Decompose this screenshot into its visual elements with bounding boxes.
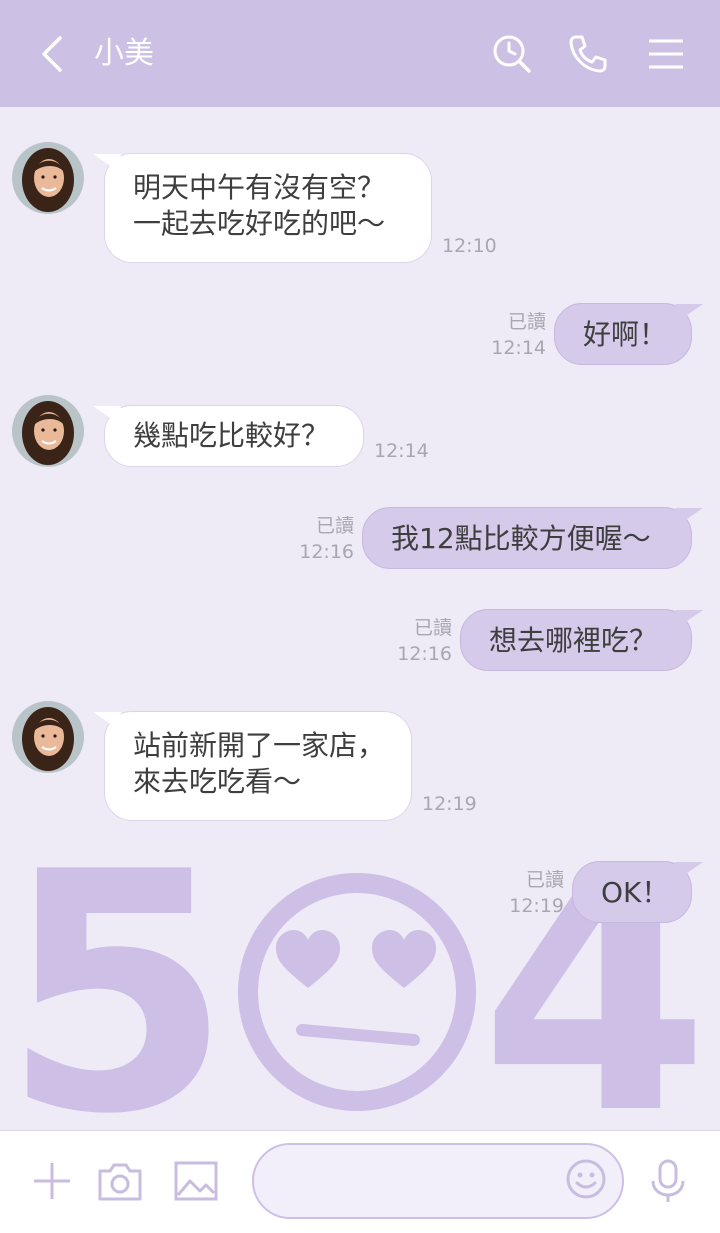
outgoing-message-bubble[interactable]: 我12點比較方便喔～ bbox=[362, 507, 703, 569]
phone-icon bbox=[569, 35, 607, 73]
heart-eyes-face-icon bbox=[238, 873, 476, 1111]
message-timestamp: 12:16 bbox=[299, 541, 354, 563]
contact-avatar[interactable] bbox=[12, 701, 84, 773]
back-icon bbox=[42, 36, 62, 72]
message-timestamp: 12:16 bbox=[397, 643, 452, 665]
camera-button[interactable] bbox=[96, 1157, 144, 1205]
message-meta: 已讀 12:14 bbox=[486, 309, 546, 361]
message-text-line: 站前新開了一家店， bbox=[133, 729, 386, 762]
emoji-button[interactable] bbox=[564, 1157, 608, 1201]
message-text: 好啊！ bbox=[583, 318, 668, 351]
search-button[interactable] bbox=[490, 32, 534, 76]
chat-header: 小美 bbox=[0, 0, 720, 107]
message-timestamp: 12:10 bbox=[442, 235, 497, 257]
back-button[interactable] bbox=[36, 32, 72, 76]
contact-avatar[interactable] bbox=[12, 395, 84, 467]
message-timestamp: 12:19 bbox=[509, 895, 564, 917]
message-timestamp: 12:14 bbox=[491, 337, 546, 359]
incoming-message-bubble[interactable]: 明天中午有沒有空？ 一起去吃好吃的吧～ bbox=[93, 153, 432, 263]
message-text: OK！ bbox=[601, 876, 670, 909]
message-timestamp: 12:19 bbox=[422, 793, 477, 815]
outgoing-message-bubble[interactable]: 想去哪裡吃？ bbox=[460, 609, 703, 671]
read-receipt: 已讀 bbox=[507, 311, 546, 333]
avatar-photo bbox=[12, 701, 84, 773]
message-meta: 已讀 12:16 bbox=[294, 513, 354, 565]
plus-icon bbox=[34, 1163, 70, 1199]
message-text-line: 明天中午有沒有空？ bbox=[133, 171, 386, 204]
message-text-line: 幾點吃比較好？ bbox=[133, 419, 330, 452]
image-button[interactable] bbox=[172, 1157, 220, 1205]
decor-digit-5: 5 bbox=[2, 850, 232, 1130]
menu-icon bbox=[649, 39, 683, 69]
incoming-message-bubble[interactable]: 幾點吃比較好？ bbox=[93, 405, 364, 467]
message-text-line: 一起去吃好吃的吧～ bbox=[133, 207, 386, 240]
read-receipt: 已讀 bbox=[413, 617, 452, 639]
contact-name: 小美 bbox=[94, 36, 154, 71]
message-meta: 已讀 12:16 bbox=[392, 615, 452, 667]
message-timestamp: 12:14 bbox=[374, 440, 429, 462]
image-icon bbox=[174, 1161, 218, 1201]
read-receipt: 已讀 bbox=[315, 515, 354, 537]
contact-avatar[interactable] bbox=[12, 142, 84, 214]
outgoing-message-bubble[interactable]: OK！ bbox=[572, 861, 703, 923]
menu-button[interactable] bbox=[644, 32, 688, 76]
message-text: 想去哪裡吃？ bbox=[489, 624, 658, 657]
read-receipt: 已讀 bbox=[525, 869, 564, 891]
avatar-photo bbox=[12, 142, 84, 214]
voice-button[interactable] bbox=[644, 1157, 692, 1205]
microphone-icon bbox=[651, 1159, 685, 1202]
message-input-bar bbox=[0, 1130, 720, 1233]
message-meta: 已讀 12:19 bbox=[504, 867, 564, 919]
call-button[interactable] bbox=[566, 32, 610, 76]
outgoing-message-bubble[interactable]: 好啊！ bbox=[554, 303, 703, 365]
add-button[interactable] bbox=[28, 1157, 76, 1205]
search-history-icon bbox=[493, 35, 531, 73]
smiley-icon bbox=[566, 1159, 606, 1199]
camera-icon bbox=[98, 1163, 142, 1201]
message-text-line: 來去吃吃看～ bbox=[133, 765, 302, 798]
avatar-photo bbox=[12, 395, 84, 467]
incoming-message-bubble[interactable]: 站前新開了一家店， 來去吃吃看～ bbox=[93, 711, 412, 821]
message-text: 我12點比較方便喔～ bbox=[391, 522, 651, 555]
